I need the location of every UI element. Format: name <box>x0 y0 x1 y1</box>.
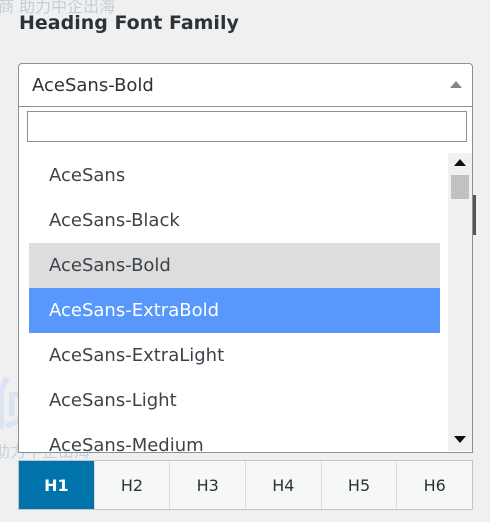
font-option-acesans-light[interactable]: AceSans-Light <box>29 378 440 423</box>
tab-h2[interactable]: H2 <box>95 461 171 509</box>
font-option-acesans-bold[interactable]: AceSans-Bold <box>29 243 440 288</box>
tab-h3[interactable]: H3 <box>170 461 247 509</box>
font-option-acesans-medium[interactable]: AceSans-Medium <box>29 423 440 452</box>
selected-font-value: AceSans-Bold <box>32 75 154 96</box>
tab-h6[interactable]: H6 <box>397 461 472 509</box>
scroll-down-arrow-icon[interactable] <box>454 436 466 443</box>
tab-h4[interactable]: H4 <box>246 461 322 509</box>
tab-h1[interactable]: H1 <box>19 461 95 509</box>
side-edge-divider <box>473 195 476 235</box>
chevron-up-icon <box>450 81 462 88</box>
panel-heading: Heading Font Family <box>19 12 239 34</box>
font-dropdown-list: AceSans AceSans-Black AceSans-Bold AceSans-… <box>18 107 473 453</box>
heading-level-tabs: H1 H2 H3 H4 H5 H6 <box>18 460 473 510</box>
font-search-input[interactable] <box>27 111 467 142</box>
scrollbar-thumb[interactable] <box>451 175 469 199</box>
font-option-acesans-extrabold[interactable]: AceSans-ExtraBold <box>29 288 440 333</box>
tab-h5[interactable]: H5 <box>322 461 398 509</box>
font-family-select[interactable]: AceSans-Bold <box>18 63 473 107</box>
font-option-acesans-extralight[interactable]: AceSans-ExtraLight <box>29 333 440 378</box>
font-option-acesans-black[interactable]: AceSans-Black <box>29 198 440 243</box>
font-options-list: AceSans AceSans-Black AceSans-Bold AceSans-… <box>29 153 440 452</box>
scroll-up-arrow-icon[interactable] <box>454 159 466 166</box>
font-option-acesans[interactable]: AceSans <box>29 153 440 198</box>
dropdown-scrollbar[interactable] <box>448 153 472 451</box>
